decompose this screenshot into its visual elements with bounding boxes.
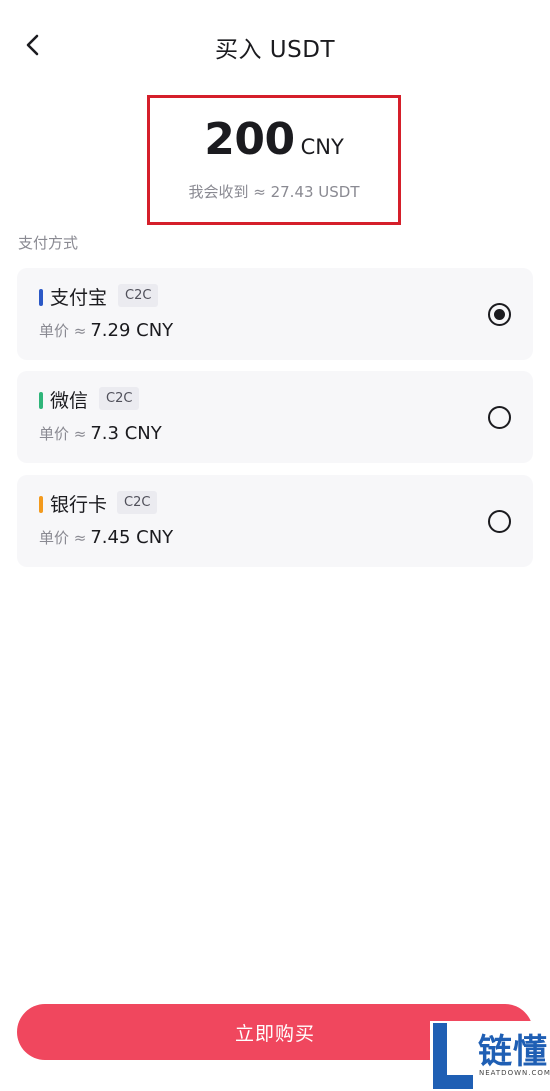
accent-bar [39,289,43,306]
watermark-logo: 链懂 NEATDOWN.COM [430,1021,550,1091]
accent-bar [39,392,43,409]
radio-unselected[interactable] [488,406,511,429]
price-prefix: 单价 ≈ [39,322,87,340]
c2c-tag: C2C [118,284,159,307]
payment-name: 支付宝 [50,287,108,309]
radio-dot [494,309,505,320]
c2c-tag: C2C [117,491,158,514]
radio-unselected[interactable] [488,510,511,533]
radio-selected[interactable] [488,303,511,326]
unit-price: 单价 ≈7.45 CNY [39,527,173,548]
accent-bar [39,496,43,513]
price-value: 7.45 CNY [90,527,174,548]
watermark-subtext: NEATDOWN.COM [479,1069,550,1077]
amount-display: 200 CNY [150,114,398,165]
price-value: 7.3 CNY [90,423,162,444]
price-prefix: 单价 ≈ [39,425,87,443]
section-label-payment: 支付方式 [18,234,79,252]
watermark-l-icon [433,1023,473,1089]
receive-estimate: 我会收到 ≈ 27.43 USDT [188,183,360,201]
payment-option-wechat[interactable]: 微信 C2C 单价 ≈7.3 CNY [17,371,533,463]
amount-currency: CNY [300,135,344,159]
payment-name: 微信 [50,390,89,412]
header: 买入 USDT [0,0,550,92]
unit-price: 单价 ≈7.29 CNY [39,320,173,341]
payment-option-alipay[interactable]: 支付宝 C2C 单价 ≈7.29 CNY [17,268,533,360]
watermark-text: 链懂 [478,1032,548,1072]
price-value: 7.29 CNY [90,320,174,341]
c2c-tag: C2C [99,387,140,410]
amount-value: 200 [204,114,295,165]
page-title: 买入 USDT [214,37,335,63]
price-prefix: 单价 ≈ [39,529,87,547]
amount-highlight-box: 200 CNY 我会收到 ≈ 27.43 USDT [147,95,401,225]
payment-name: 银行卡 [50,494,108,516]
payment-option-bankcard[interactable]: 银行卡 C2C 单价 ≈7.45 CNY [17,475,533,567]
unit-price: 单价 ≈7.3 CNY [39,423,162,444]
